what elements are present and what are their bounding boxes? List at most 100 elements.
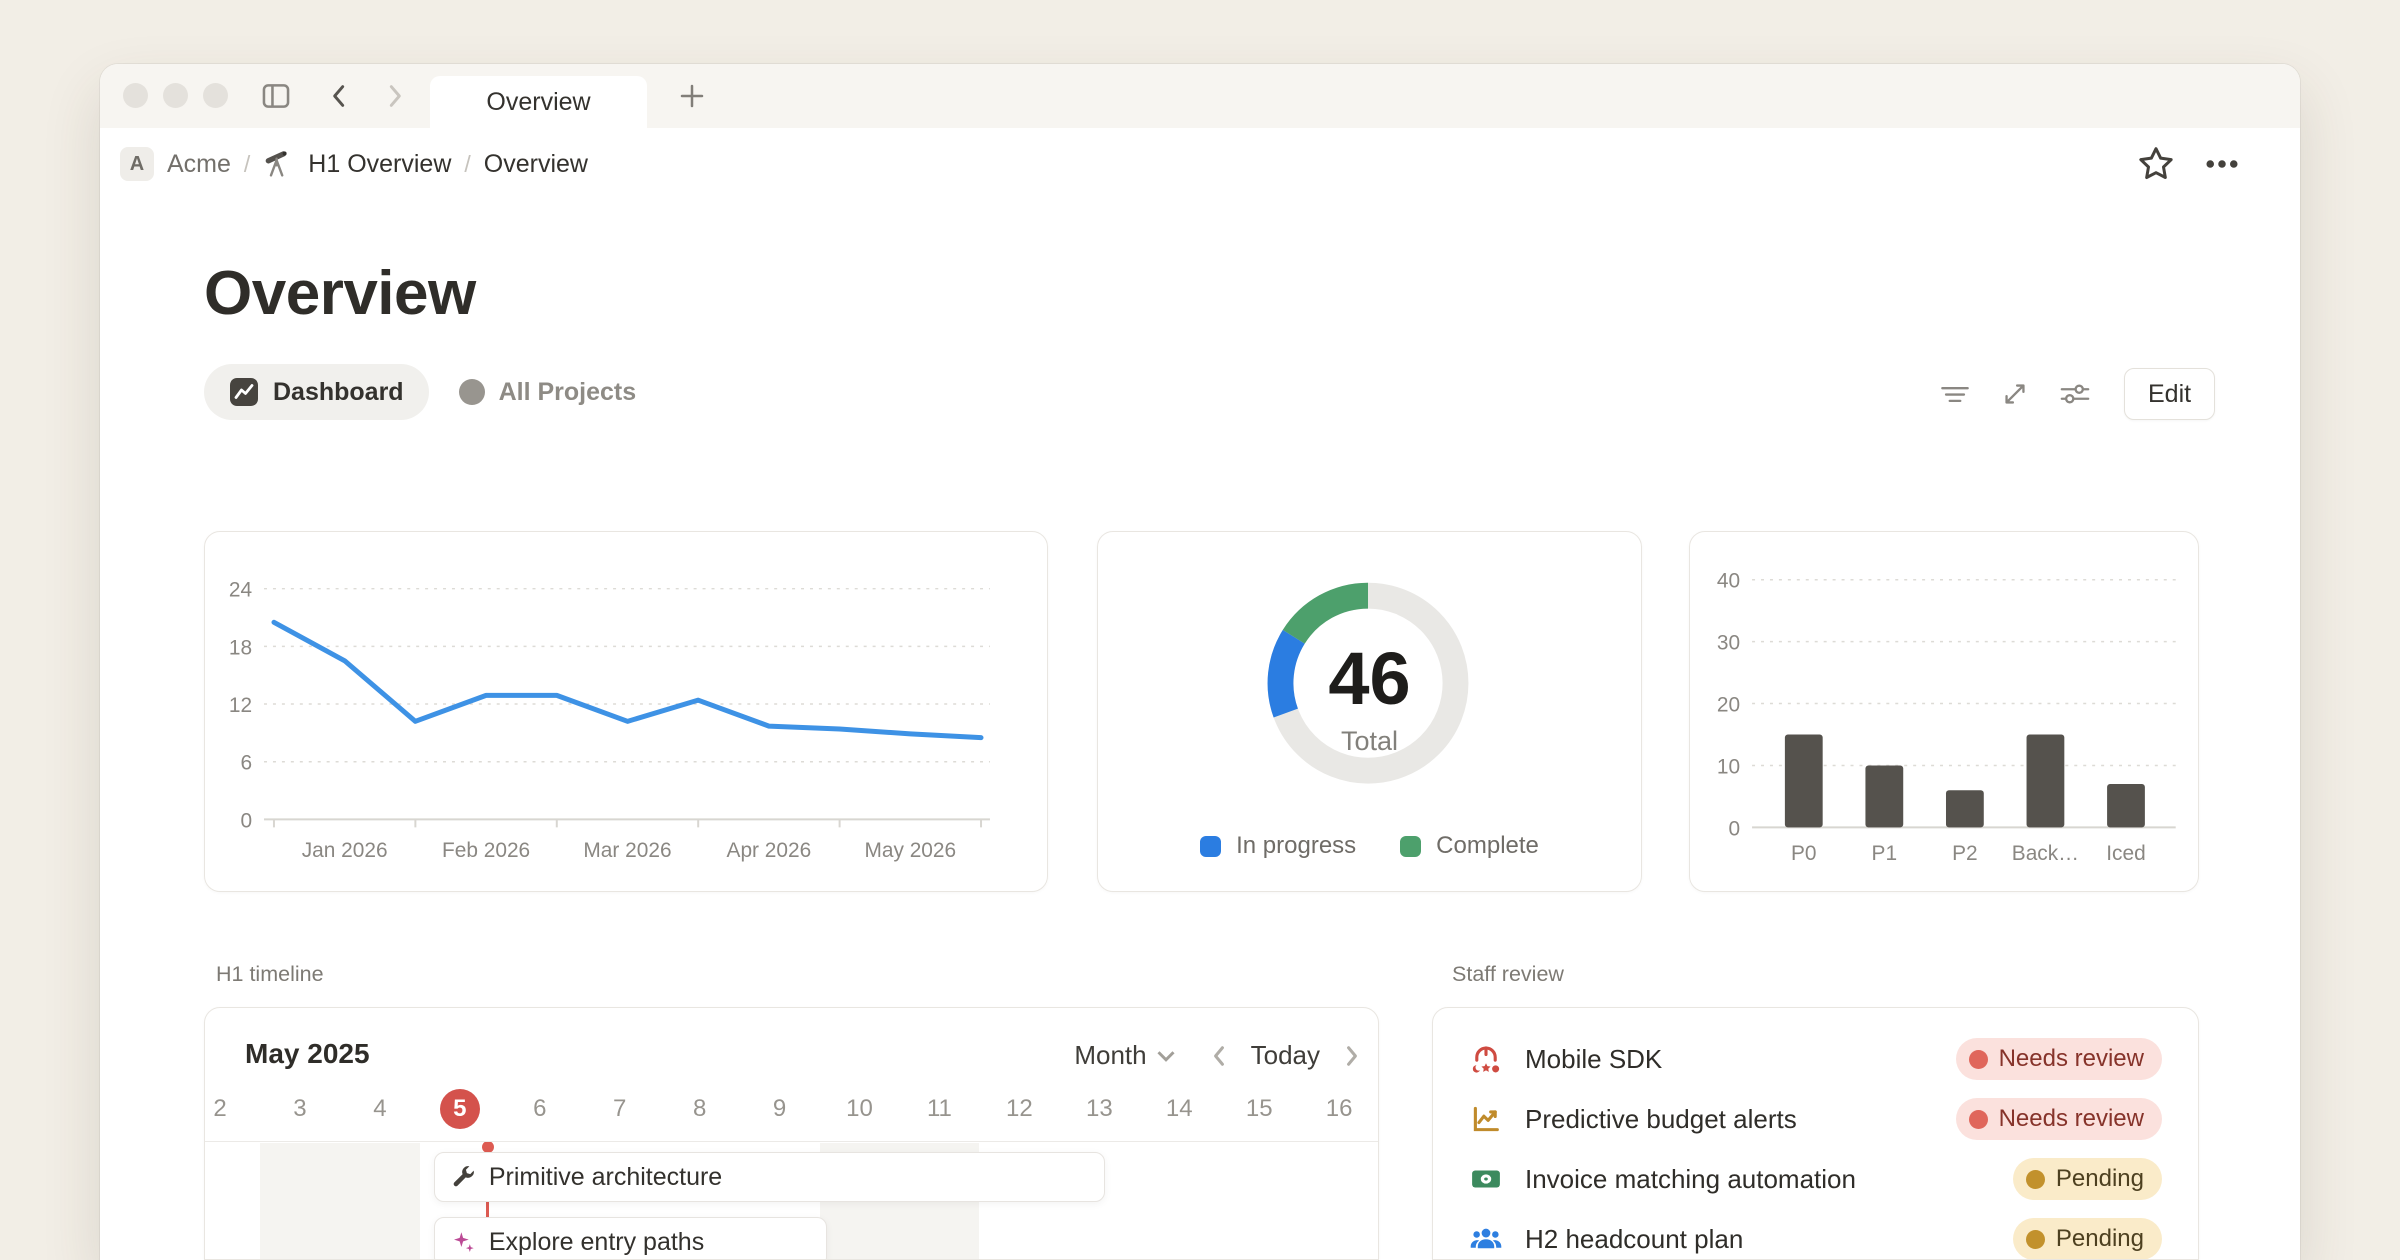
claw-machine-icon (1469, 1042, 1503, 1076)
favorite-star-icon[interactable] (2136, 144, 2176, 184)
svg-text:30: 30 (1717, 632, 1740, 655)
sparkles-icon (450, 1229, 476, 1255)
legend-swatch (1400, 836, 1421, 857)
svg-text:6: 6 (240, 752, 252, 775)
timeline-day[interactable]: 15 (1239, 1089, 1279, 1129)
legend-item: In progress (1200, 832, 1356, 860)
status-label: Needs review (1999, 1045, 2144, 1073)
legend-swatch (1200, 836, 1221, 857)
timeline-event[interactable]: Primitive architecture (434, 1152, 1105, 1202)
forward-icon[interactable] (376, 78, 412, 114)
svg-text:P2: P2 (1952, 842, 1978, 865)
minimize-window-button[interactable] (163, 83, 188, 108)
staff-review-row[interactable]: H2 headcount plan Pending (1433, 1209, 2198, 1260)
timeline-card[interactable]: May 2025 Month Today 2345678910111213141… (204, 1007, 1379, 1260)
tab-all-projects[interactable]: All Projects (439, 364, 657, 420)
timeline-weekend-stripe (340, 1143, 420, 1259)
filter-icon[interactable] (1936, 375, 1974, 413)
staff-review-card[interactable]: Mobile SDKNeeds reviewPredictive budget … (1432, 1007, 2199, 1260)
timeline-day[interactable]: 9 (760, 1089, 800, 1129)
sidebar-toggle-icon[interactable] (258, 78, 294, 114)
banknote-icon (1469, 1162, 1503, 1196)
timeline-day-selected[interactable]: 5 (440, 1089, 480, 1129)
launches-chart-card[interactable]: 06121824Jan 2026Feb 2026Mar 2026Apr 2026… (204, 531, 1048, 892)
people-icon (1469, 1222, 1503, 1256)
legend-label: In progress (1236, 832, 1356, 860)
tab-overview[interactable]: Overview (430, 76, 647, 128)
breadcrumb-item-acme[interactable]: Acme (167, 150, 231, 179)
timeline-divider (205, 1141, 1378, 1142)
tab-title: Overview (486, 88, 590, 117)
svg-text:Jan 2026: Jan 2026 (302, 839, 388, 862)
by-status-bar-chart: 010203040P0P1P2Back…Iced (1690, 532, 2198, 891)
timeline-weekend-stripe (260, 1143, 340, 1259)
status-label: Needs review (1999, 1105, 2144, 1133)
svg-text:0: 0 (240, 809, 252, 832)
timeline-day[interactable]: 10 (840, 1089, 880, 1129)
breadcrumb: A Acme / H1 Overview / Overview (100, 128, 2300, 200)
status-label: Pending (2056, 1165, 2144, 1193)
tab-all-projects-label: All Projects (499, 378, 637, 407)
legend-item: Complete (1400, 832, 1539, 860)
status-dot-icon (2026, 1230, 2045, 1249)
tab-dashboard[interactable]: Dashboard (204, 364, 429, 420)
timeline-day[interactable]: 14 (1159, 1089, 1199, 1129)
status-badge: Needs review (1956, 1038, 2162, 1080)
project-overview-card[interactable]: 46 Total In progressComplete (1097, 531, 1642, 892)
breadcrumb-item-h1-overview[interactable]: H1 Overview (308, 150, 451, 179)
staff-review-row[interactable]: Predictive budget alertsNeeds review (1433, 1089, 2198, 1149)
back-icon[interactable] (322, 78, 358, 114)
timeline-event[interactable]: Explore entry paths (434, 1217, 827, 1260)
wrench-icon (450, 1164, 476, 1190)
timeline-day[interactable]: 16 (1319, 1089, 1359, 1129)
staff-review-row[interactable]: Invoice matching automationPending (1433, 1149, 2198, 1209)
timeline-day[interactable]: 6 (520, 1089, 560, 1129)
staff-card-label: Staff review (1452, 962, 1564, 987)
window-tab-bar: Overview (100, 64, 2300, 128)
trending-chart-icon (1469, 1102, 1503, 1136)
svg-text:P0: P0 (1791, 842, 1817, 865)
timeline-prev-icon[interactable] (1209, 1045, 1229, 1067)
by-status-chart-card[interactable]: 010203040P0P1P2Back…Iced (1689, 531, 2199, 892)
status-dot-icon (1969, 1110, 1988, 1129)
staff-review-row[interactable]: Mobile SDKNeeds review (1433, 1029, 2198, 1089)
status-dot-icon (2026, 1170, 2045, 1189)
timeline-day[interactable]: 2 (204, 1089, 240, 1129)
event-title: Explore entry paths (489, 1228, 704, 1257)
timeline-today-button[interactable]: Today (1251, 1040, 1320, 1071)
timeline-view-mode-value: Month (1074, 1040, 1146, 1071)
timeline-next-icon[interactable] (1342, 1045, 1362, 1067)
svg-text:18: 18 (229, 636, 252, 659)
svg-text:12: 12 (229, 694, 252, 717)
circle-icon (459, 379, 485, 405)
breadcrumb-item-overview[interactable]: Overview (484, 150, 588, 179)
more-options-icon[interactable] (2202, 144, 2242, 184)
breadcrumb-separator: / (244, 151, 250, 178)
close-window-button[interactable] (123, 83, 148, 108)
window-traffic-lights (123, 83, 228, 108)
timeline-day[interactable]: 11 (919, 1089, 959, 1129)
timeline-day[interactable]: 7 (600, 1089, 640, 1129)
event-title: Primitive architecture (489, 1163, 722, 1192)
staff-item-title: H2 headcount plan (1525, 1224, 1991, 1255)
workspace-badge[interactable]: A (120, 147, 154, 181)
timeline-day[interactable]: 13 (1079, 1089, 1119, 1129)
timeline-day[interactable]: 12 (999, 1089, 1039, 1129)
status-badge: Pending (2013, 1158, 2162, 1200)
expand-icon[interactable] (1996, 375, 2034, 413)
new-tab-icon[interactable] (674, 78, 710, 114)
timeline-view-mode-dropdown[interactable]: Month (1074, 1040, 1174, 1071)
settings-sliders-icon[interactable] (2056, 375, 2094, 413)
view-tabs: Dashboard All Projects (204, 364, 656, 420)
zoom-window-button[interactable] (203, 83, 228, 108)
status-badge: Pending (2013, 1218, 2162, 1260)
edit-button[interactable]: Edit (2124, 368, 2215, 420)
timeline-day[interactable]: 3 (280, 1089, 320, 1129)
timeline-day[interactable]: 8 (680, 1089, 720, 1129)
breadcrumb-separator: / (464, 151, 470, 178)
svg-text:Apr 2026: Apr 2026 (727, 839, 812, 862)
timeline-day[interactable]: 4 (360, 1089, 400, 1129)
dashboard-toolbar: Edit (1936, 368, 2215, 420)
svg-text:0: 0 (1729, 817, 1741, 840)
svg-text:10: 10 (1717, 755, 1740, 778)
